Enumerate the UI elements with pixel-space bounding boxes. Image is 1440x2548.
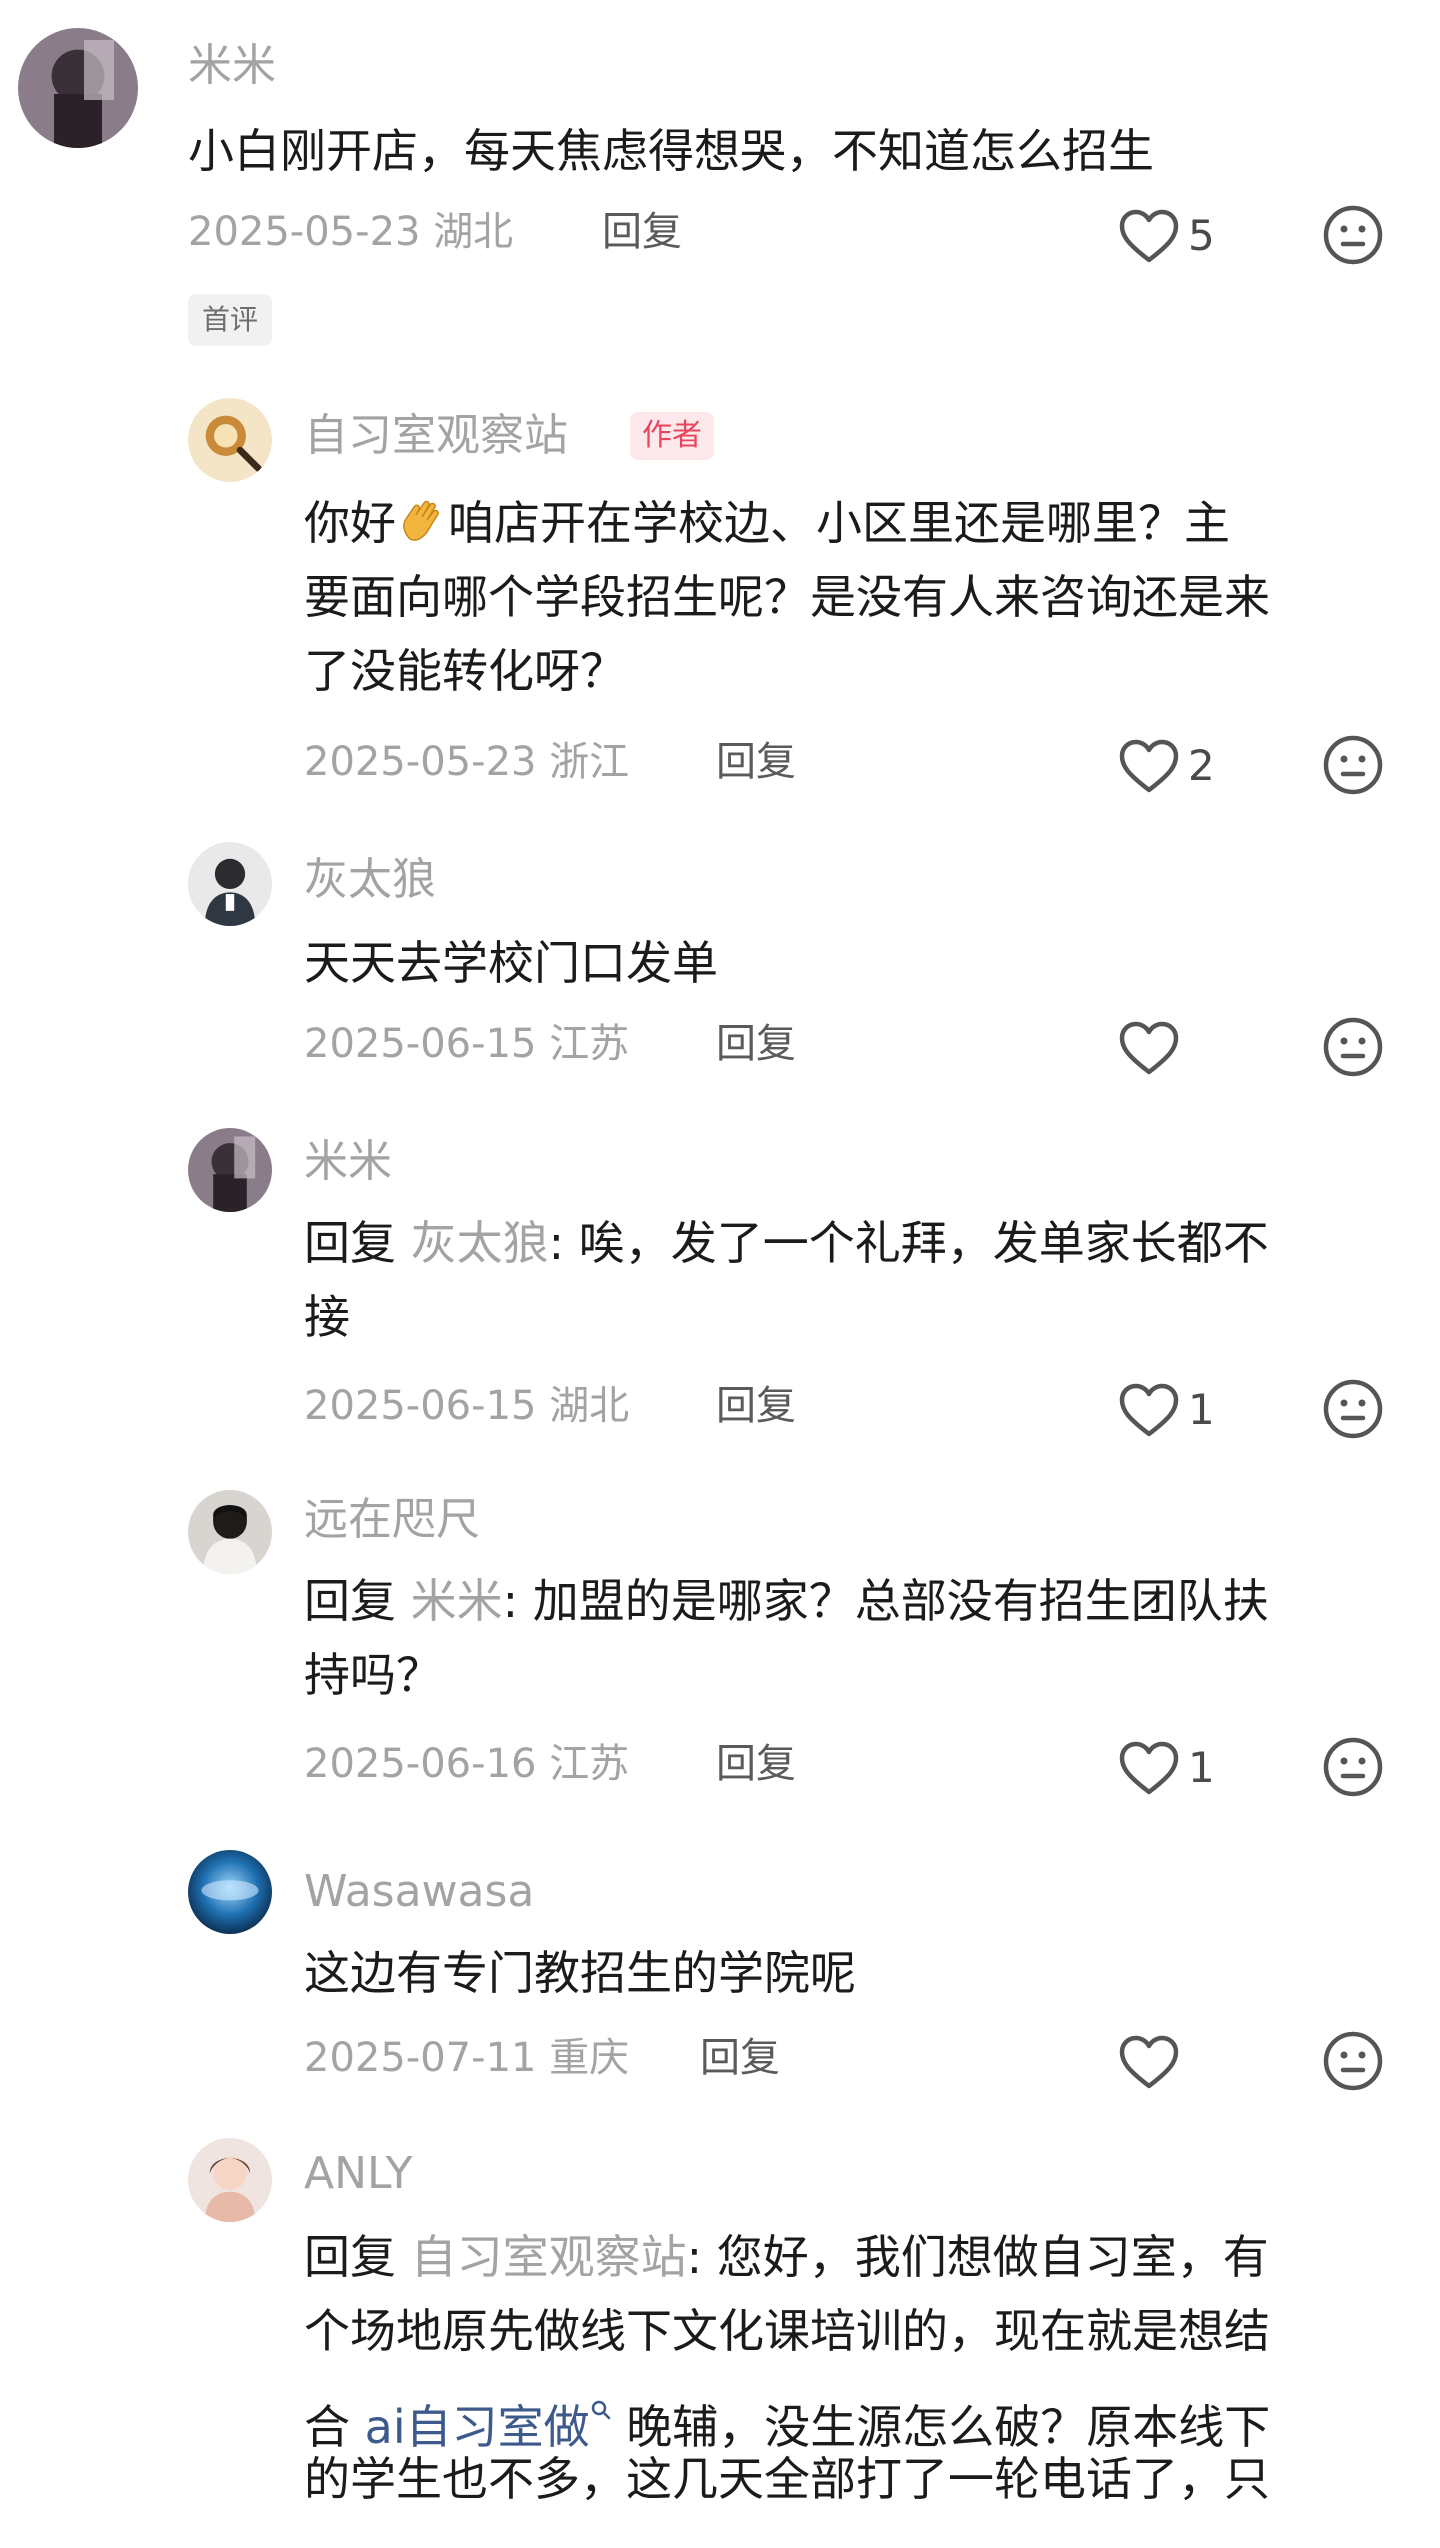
comment-date-region: 2025-05-23 浙江 <box>304 734 629 790</box>
reply-button[interactable]: 回复 <box>602 204 682 260</box>
neutral-face-icon <box>1322 1378 1384 1440</box>
emoji-reaction-button[interactable] <box>1322 1378 1384 1440</box>
like-button[interactable] <box>1118 1018 1188 1078</box>
first-comment-tag: 首评 <box>188 294 273 346</box>
heart-outline-icon <box>1118 1382 1180 1438</box>
comment-region: 重庆 <box>549 2035 630 2081</box>
comment-region: 浙江 <box>549 739 630 785</box>
like-button[interactable]: 2 <box>1118 736 1215 796</box>
username[interactable]: 远在咫尺 <box>304 1492 480 1548</box>
like-button[interactable]: 5 <box>1118 206 1215 266</box>
like-count: 1 <box>1188 1385 1215 1434</box>
comment-date: 2025-05-23 <box>304 739 537 785</box>
avatar[interactable] <box>188 1490 272 1574</box>
neutral-face-icon <box>1322 1736 1384 1798</box>
comment-date: 2025-06-15 <box>304 1021 537 1067</box>
neutral-face-icon <box>1322 204 1384 266</box>
emoji-reaction-button[interactable] <box>1322 2030 1384 2092</box>
comment-text-segment: : 您好，我们想做自习室，有 <box>686 2230 1269 2284</box>
username[interactable]: 自习室观察站 <box>304 408 568 464</box>
heart-outline-icon <box>1118 2034 1180 2090</box>
comment-text-line: 你好 咱店开在学校边、小区里还是哪里？主 <box>304 490 1230 556</box>
heart-outline-icon <box>1118 1020 1180 1076</box>
like-button[interactable]: 1 <box>1118 1380 1215 1440</box>
comment-text-line: 持吗？ <box>304 1648 442 1702</box>
reply-button[interactable]: 回复 <box>716 1378 796 1434</box>
reply-button[interactable]: 回复 <box>700 2030 780 2086</box>
reply-prefix: 回复 <box>304 2230 396 2284</box>
comment-date: 2025-05-23 <box>188 209 421 255</box>
comment-text: 这边有专门教招生的学院呢 <box>304 1946 856 2000</box>
comment-text-line: 回复 自习室观察站: 您好，我们想做自习室，有 <box>304 2224 1269 2290</box>
comment-region: 江苏 <box>549 1741 630 1787</box>
emoji-reaction-button[interactable] <box>1322 204 1384 266</box>
reply-prefix: 回复 <box>304 1216 396 1270</box>
neutral-face-icon <box>1322 1016 1384 1078</box>
comment-text-line: 了没能转化呀？ <box>304 644 626 698</box>
comment-region: 江苏 <box>549 1021 630 1067</box>
comment-text: 天天去学校门口发单 <box>304 936 718 990</box>
author-badge: 作者 <box>630 412 714 460</box>
emoji-reaction-button[interactable] <box>1322 1016 1384 1078</box>
avatar[interactable] <box>188 842 272 926</box>
comment-date-region: 2025-06-15 江苏 <box>304 1016 629 1072</box>
comment-text-segment: : 加盟的是哪家？总部没有招生团队扶 <box>502 1574 1269 1628</box>
comment-text-segment: 你好 <box>304 496 396 550</box>
reply-target-user[interactable]: 自习室观察站 <box>411 2230 687 2284</box>
reply-target-user[interactable]: 灰太狼 <box>411 1216 549 1270</box>
emoji-reaction-button[interactable] <box>1322 1736 1384 1798</box>
like-button[interactable]: 1 <box>1118 1738 1215 1798</box>
comment-text-segment: 咱店开在学校边、小区里还是哪里？主 <box>448 496 1230 550</box>
comment-date: 2025-06-15 <box>304 1383 537 1429</box>
comment-date-region: 2025-06-16 江苏 <box>304 1736 629 1792</box>
avatar[interactable] <box>188 2138 272 2222</box>
comment-date-region: 2025-06-15 湖北 <box>304 1378 629 1434</box>
like-count: 5 <box>1188 211 1215 260</box>
heart-outline-icon <box>1118 738 1180 794</box>
reply-prefix: 回复 <box>304 1574 396 1628</box>
comment-region: 湖北 <box>433 209 514 255</box>
neutral-face-icon <box>1322 2030 1384 2092</box>
avatar[interactable] <box>188 1850 272 1934</box>
comment-text: 小白刚开店，每天焦虑得想哭，不知道怎么招生 <box>188 124 1154 178</box>
reply-button[interactable]: 回复 <box>716 734 796 790</box>
comment-date: 2025-07-11 <box>304 2035 537 2081</box>
neutral-face-icon <box>1322 734 1384 796</box>
comment-text-line: 接 <box>304 1290 350 1344</box>
comment-region: 湖北 <box>549 1383 630 1429</box>
search-superscript-icon[interactable] <box>590 2372 612 2420</box>
comment-date-region: 2025-05-23 湖北 <box>188 204 513 260</box>
username[interactable]: 米米 <box>304 1134 392 1190</box>
avatar[interactable] <box>18 28 138 148</box>
comment-text-line: 的学生也不多，这几天全部打了一轮电话了，只 <box>304 2452 1270 2506</box>
like-count: 2 <box>1188 741 1215 790</box>
like-button[interactable] <box>1118 2032 1188 2092</box>
avatar[interactable] <box>188 1128 272 1212</box>
username[interactable]: Wasawasa <box>304 1864 534 1920</box>
comment-text-line: 个场地原先做线下文化课培训的，现在就是想结 <box>304 2304 1270 2358</box>
comment-text-line: 要面向哪个学段招生呢？是没有人来咨询还是来 <box>304 570 1270 624</box>
comment-text-line: 回复 灰太狼: 唉，发了一个礼拜，发单家长都不 <box>304 1210 1269 1276</box>
username[interactable]: 米米 <box>188 38 276 94</box>
comment-text-segment: : 唉，发了一个礼拜，发单家长都不 <box>548 1216 1269 1270</box>
emoji-reaction-button[interactable] <box>1322 734 1384 796</box>
comment-text-line: 回复 米米: 加盟的是哪家？总部没有招生团队扶 <box>304 1568 1269 1634</box>
heart-outline-icon <box>1118 208 1180 264</box>
reply-button[interactable]: 回复 <box>716 1736 796 1792</box>
comment-date-region: 2025-07-11 重庆 <box>304 2030 629 2086</box>
like-count: 1 <box>1188 1743 1215 1792</box>
reply-button[interactable]: 回复 <box>716 1016 796 1072</box>
comment-date: 2025-06-16 <box>304 1741 537 1787</box>
waving-hand-emoji <box>396 495 448 547</box>
username[interactable]: 灰太狼 <box>304 852 436 908</box>
reply-target-user[interactable]: 米米 <box>411 1574 503 1628</box>
heart-outline-icon <box>1118 1740 1180 1796</box>
username[interactable]: ANLY <box>304 2146 413 2202</box>
avatar[interactable] <box>188 398 272 482</box>
